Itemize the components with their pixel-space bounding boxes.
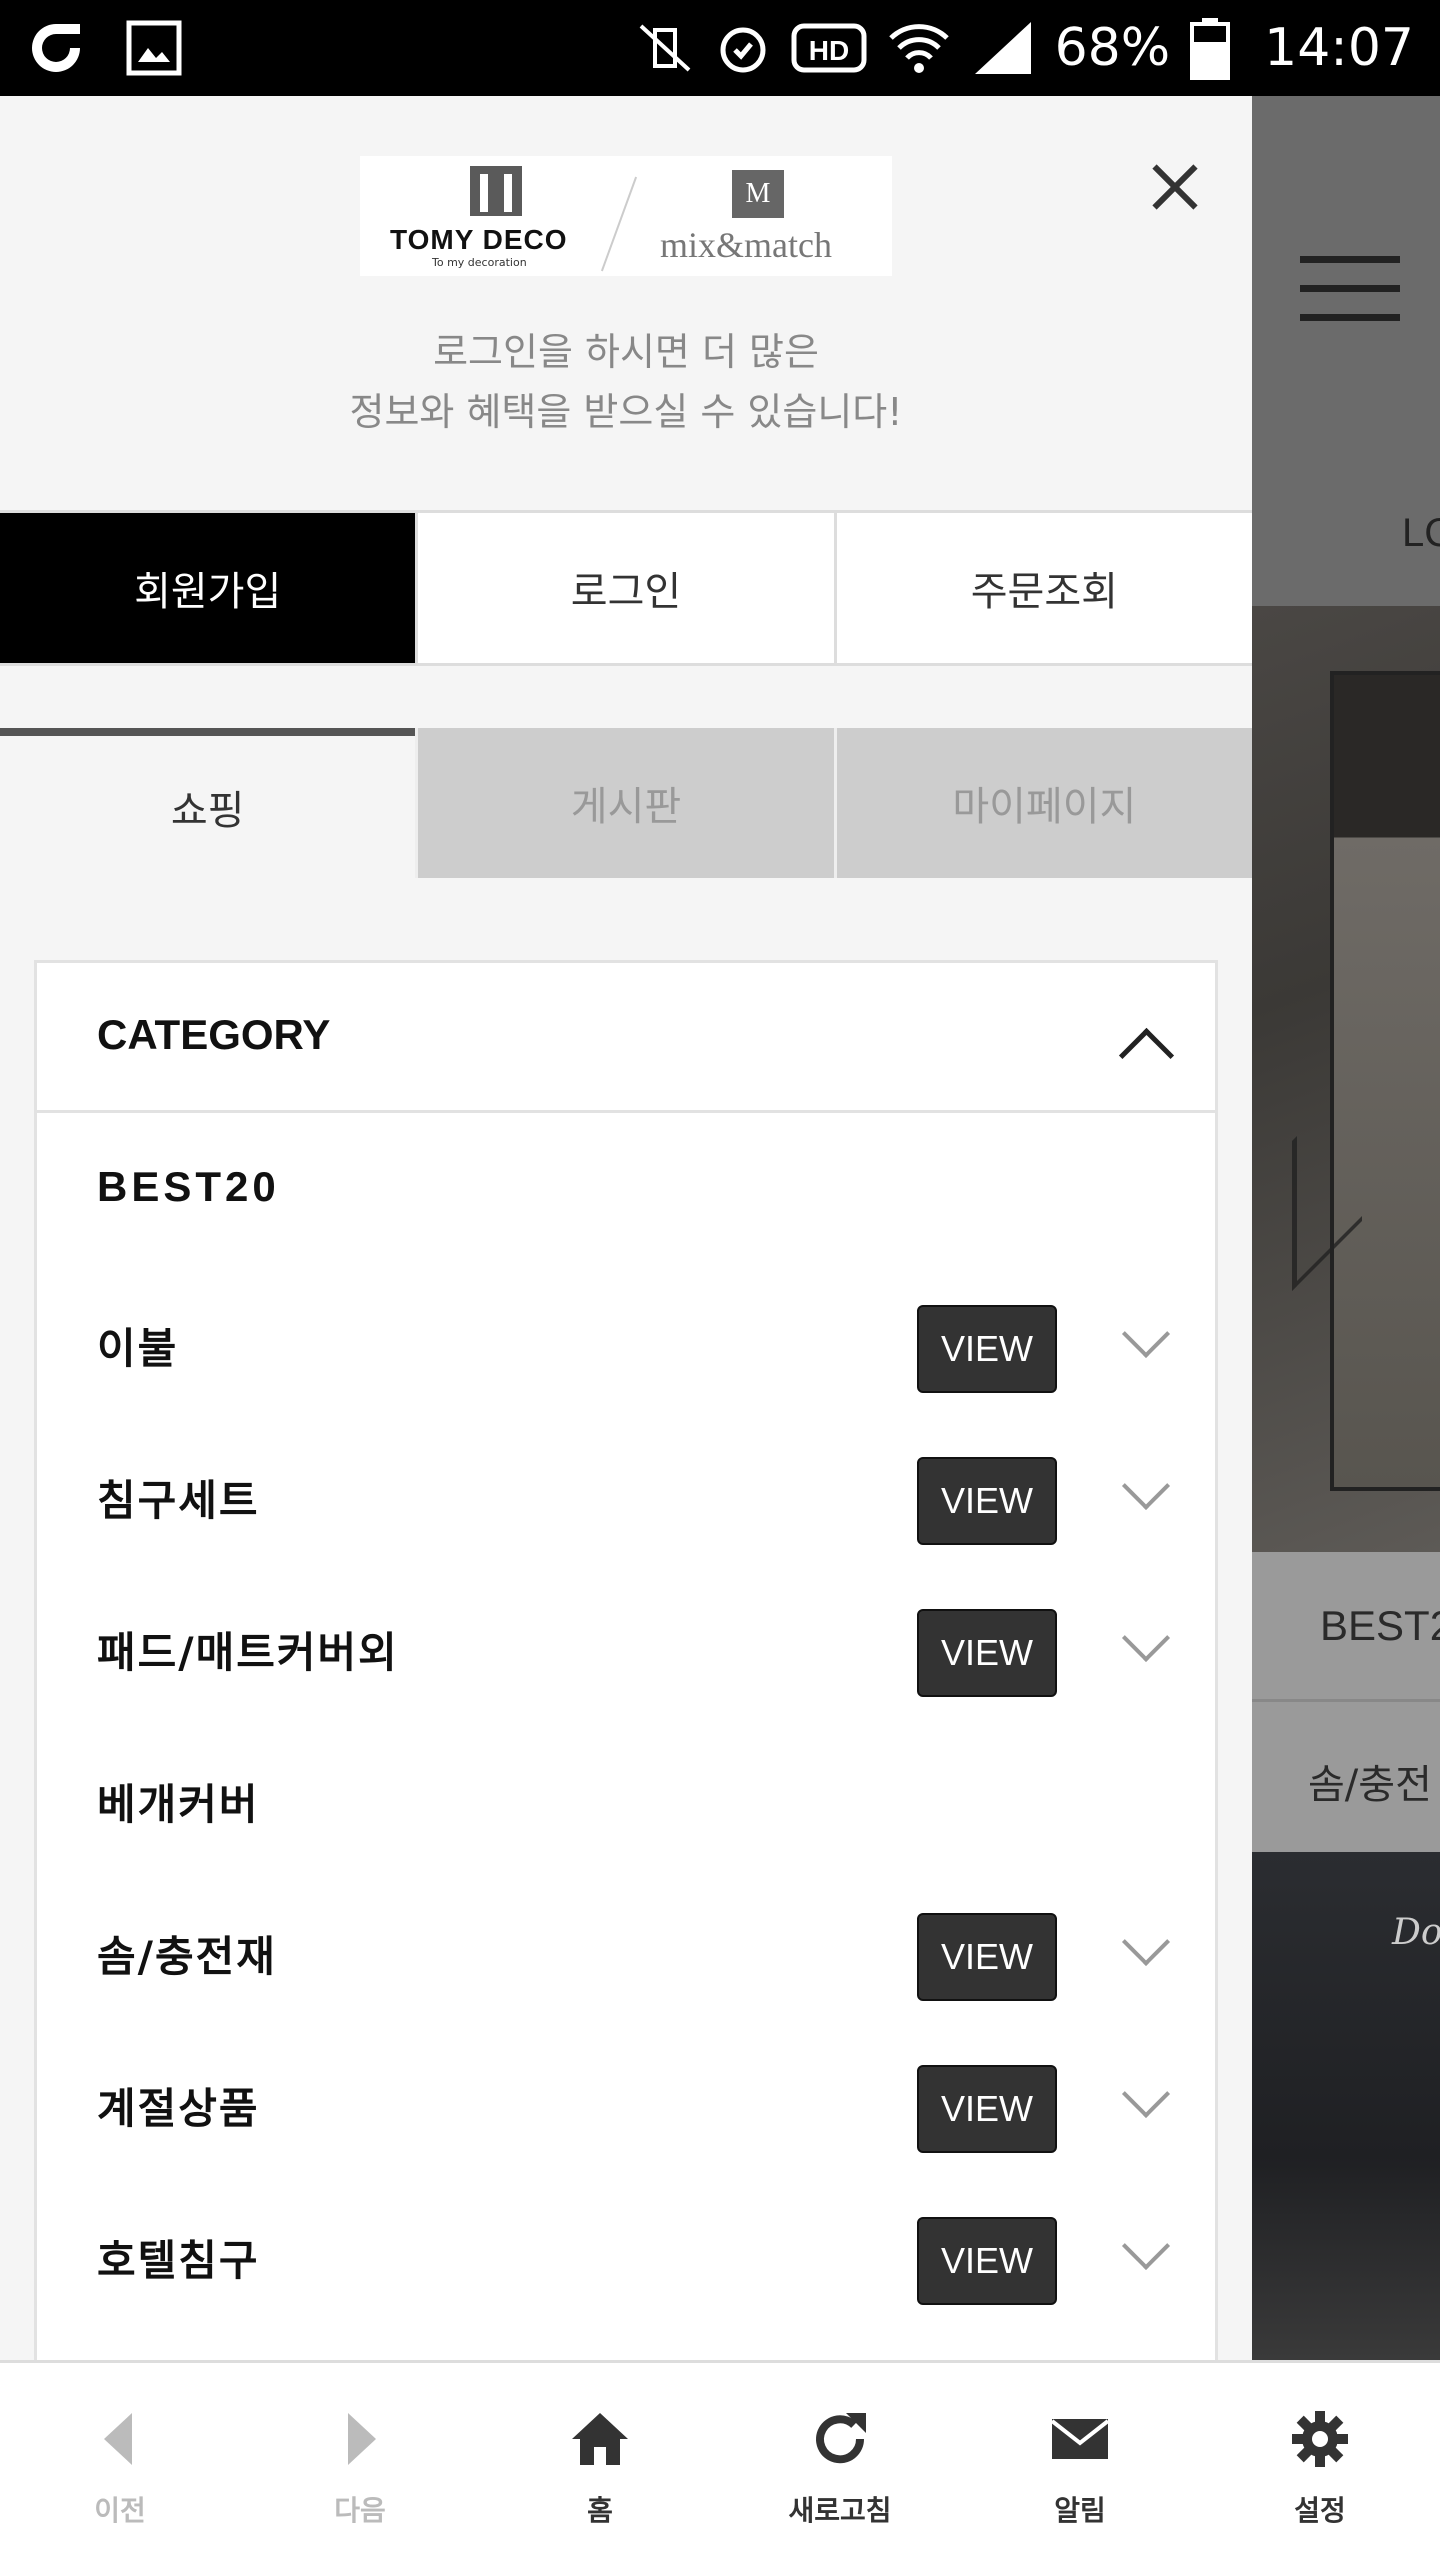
bg-hero-image — [1252, 606, 1440, 1552]
view-button[interactable]: VIEW — [917, 1457, 1057, 1545]
nav-back-button[interactable]: 이전 — [0, 2363, 240, 2560]
tab-shopping[interactable]: 쇼핑 — [0, 728, 416, 878]
category-label: BEST20 — [97, 1163, 280, 1210]
category-item-hotel-bedding[interactable]: 호텔침구 VIEW — [37, 2177, 1215, 2329]
bg-best-tab: BEST2 — [1252, 1552, 1440, 1702]
nav-notification-button[interactable]: 알림 — [960, 2363, 1200, 2560]
order-lookup-button[interactable]: 주문조회 — [836, 513, 1252, 663]
brand-logo[interactable]: TOMY DECO To my decoration M mix&match — [360, 156, 892, 276]
side-drawer: TOMY DECO To my decoration M mix&match 로… — [0, 96, 1252, 2360]
app-notification-icon — [32, 24, 80, 72]
battery-percent: 68% — [1054, 18, 1171, 78]
category-item-pad-mattress[interactable]: 패드/매트커버외 VIEW — [37, 1569, 1215, 1721]
chevron-up-icon[interactable] — [1117, 1018, 1169, 1070]
category-item-best20[interactable]: BEST20 — [37, 1113, 1215, 1265]
back-arrow-icon — [104, 2413, 132, 2465]
chevron-down-icon[interactable] — [1117, 1627, 1169, 1679]
view-button[interactable]: VIEW — [917, 1305, 1057, 1393]
tomydeco-logo-icon — [470, 166, 522, 216]
category-panel: CATEGORY BEST20 이불 VIEW 침구세트 VIEW 패드/매트커… — [34, 960, 1218, 2360]
logo-divider — [600, 176, 638, 272]
login-button[interactable]: 로그인 — [418, 513, 837, 663]
close-drawer-icon[interactable] — [1140, 152, 1210, 222]
bg-banner-image: Do — [1252, 1852, 1440, 2360]
refresh-icon — [816, 2413, 866, 2464]
view-button[interactable]: VIEW — [917, 1913, 1057, 2001]
account-buttons: 회원가입 로그인 주문조회 — [0, 510, 1252, 666]
hd-icon: HD — [791, 23, 867, 73]
clock: 14:07 — [1264, 18, 1414, 78]
gear-icon — [1292, 2411, 1348, 2467]
mixmatch-logo-icon: M — [732, 170, 784, 218]
category-item-pillow-cover[interactable]: 베개커버 — [37, 1721, 1215, 1873]
category-item-bedding[interactable]: 이불 VIEW — [37, 1265, 1215, 1417]
nav-refresh-button[interactable]: 새로고침 — [720, 2363, 960, 2560]
category-label: 이불 — [97, 1324, 179, 1373]
image-notification-icon — [126, 20, 182, 76]
bottom-navigation: 이전 다음 홈 새로고침 알림 설정 — [0, 2360, 1440, 2560]
nav-home-button[interactable]: 홈 — [480, 2363, 720, 2560]
logo-brand1: TOMY DECO — [390, 224, 568, 255]
category-item-filling[interactable]: 솜/충전재 VIEW — [37, 1873, 1215, 2025]
category-item-bedding-set[interactable]: 침구세트 VIEW — [37, 1417, 1215, 1569]
chevron-down-icon[interactable] — [1117, 1931, 1169, 1983]
status-bar: HD 68% 14:07 — [0, 0, 1440, 96]
category-title: CATEGORY — [97, 1011, 331, 1058]
chevron-down-icon[interactable] — [1117, 1323, 1169, 1375]
nav-forward-button[interactable]: 다음 — [240, 2363, 480, 2560]
bg-som-tab: 솜/충전 — [1252, 1702, 1440, 1852]
hamburger-menu-icon — [1300, 256, 1400, 343]
bg-header: LC — [1252, 96, 1440, 606]
wifi-icon — [888, 24, 949, 73]
login-message: 로그인을 하시면 더 많은 정보와 혜택을 받으실 수 있습니다! — [349, 330, 903, 434]
category-label: 베개커버 — [97, 1780, 260, 1829]
view-button[interactable]: VIEW — [917, 2065, 1057, 2153]
chevron-down-icon[interactable] — [1117, 1475, 1169, 1527]
chevron-down-icon[interactable] — [1117, 2083, 1169, 2135]
category-item-seasonal[interactable]: 계절상품 VIEW — [37, 2025, 1215, 2177]
drawer-tabs: 쇼핑 게시판 마이페이지 — [0, 728, 1252, 878]
background-page: LC BEST2 솜/충전 Do — [1252, 96, 1440, 2360]
logo-brand1-tagline: To my decoration — [432, 256, 527, 269]
chevron-down-icon[interactable] — [1117, 2235, 1169, 2287]
alarm-icon — [720, 27, 766, 73]
tab-mypage[interactable]: 마이페이지 — [833, 728, 1252, 878]
view-button[interactable]: VIEW — [917, 2217, 1057, 2305]
svg-text:HD: HD — [808, 35, 848, 66]
category-label: 패드/매트커버외 — [97, 1628, 399, 1677]
view-button[interactable]: VIEW — [917, 1609, 1057, 1697]
bg-header-text: LC — [1402, 511, 1440, 555]
home-icon — [572, 2413, 628, 2465]
nav-settings-button[interactable]: 설정 — [1200, 2363, 1440, 2560]
battery-icon — [1190, 18, 1231, 80]
category-label: 침구세트 — [97, 1476, 260, 1525]
category-label: 솜/충전재 — [97, 1932, 277, 1981]
category-header[interactable]: CATEGORY — [37, 963, 1215, 1113]
signup-button[interactable]: 회원가입 — [0, 513, 419, 663]
signal-icon — [974, 22, 1031, 74]
logo-brand2: mix&match — [660, 225, 832, 265]
tab-board[interactable]: 게시판 — [415, 728, 834, 878]
category-label: 호텔침구 — [97, 2236, 260, 2285]
category-label: 계절상품 — [97, 2084, 260, 2133]
forward-arrow-icon — [348, 2413, 376, 2465]
vibrate-mute-icon — [639, 24, 690, 72]
mail-icon — [1050, 2419, 1110, 2459]
